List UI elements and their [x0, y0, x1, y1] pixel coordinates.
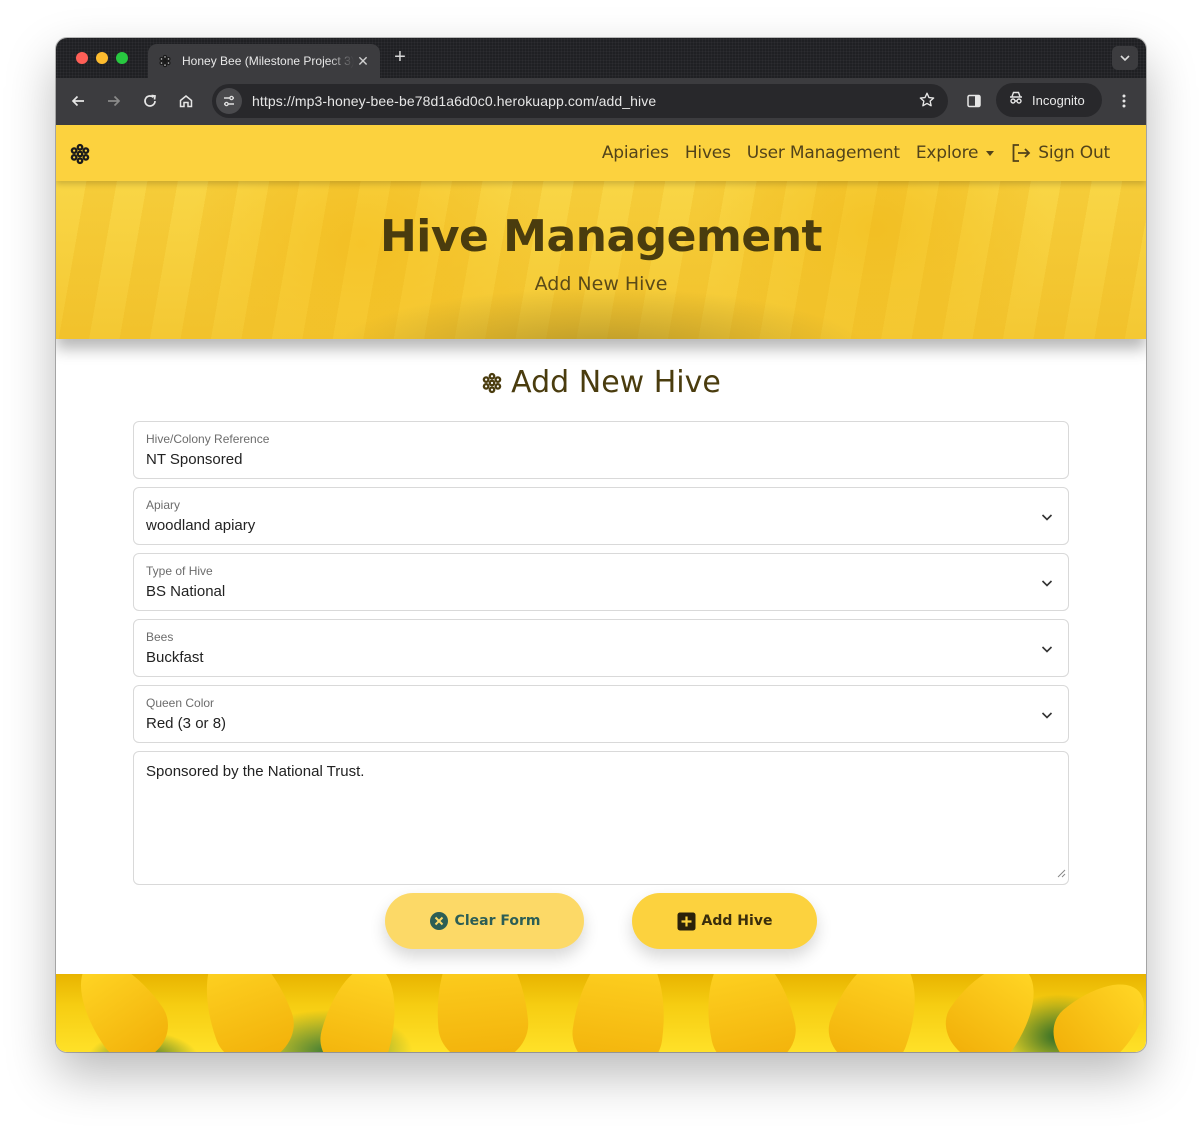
- hero-banner: Hive Management Add New Hive: [56, 181, 1146, 339]
- tab-search-button[interactable]: [1112, 46, 1138, 70]
- incognito-label: Incognito: [1032, 92, 1085, 108]
- nav-user-management[interactable]: User Management: [747, 143, 900, 163]
- web-page: Apiaries Hives User Management Explore S…: [56, 125, 1146, 1052]
- plus-square-icon: [677, 912, 696, 931]
- back-icon[interactable]: [68, 91, 88, 111]
- field-label: Bees: [146, 630, 174, 644]
- chevron-down-icon: [1040, 642, 1054, 661]
- nav-apiaries[interactable]: Apiaries: [602, 143, 669, 163]
- form-heading: Add New Hive: [56, 365, 1146, 400]
- notes-text: Sponsored by the National Trust.: [146, 763, 365, 780]
- clear-form-button[interactable]: Clear Form: [385, 893, 584, 949]
- clear-form-label: Clear Form: [454, 913, 541, 929]
- side-panel-icon[interactable]: [964, 91, 984, 111]
- url-text: https://mp3-honey-bee-be78d1a6d0c0.herok…: [252, 93, 657, 109]
- field-label: Apiary: [146, 498, 181, 512]
- add-hive-label: Add Hive: [701, 913, 773, 929]
- nav-hives[interactable]: Hives: [685, 143, 731, 163]
- field-label: Queen Color: [146, 696, 215, 710]
- add-hive-button[interactable]: Add Hive: [632, 893, 817, 949]
- notes-textarea[interactable]: Sponsored by the National Trust.: [133, 751, 1069, 885]
- chevron-down-icon: [1040, 576, 1054, 595]
- star-icon[interactable]: [918, 91, 936, 114]
- new-tab-button[interactable]: +: [390, 46, 410, 69]
- field-value: BS National: [146, 583, 226, 600]
- hive-type-select[interactable]: Type of Hive BS National: [133, 553, 1069, 611]
- maximize-window-button[interactable]: [116, 52, 128, 64]
- caret-down-icon: [986, 150, 995, 156]
- field-value: woodland apiary: [146, 517, 256, 534]
- close-window-button[interactable]: [76, 52, 88, 64]
- address-bar[interactable]: https://mp3-honey-bee-be78d1a6d0c0.herok…: [212, 84, 948, 118]
- site-navbar: Apiaries Hives User Management Explore S…: [56, 125, 1146, 181]
- queen-color-select[interactable]: Queen Color Red (3 or 8): [133, 685, 1069, 743]
- tab-title: Honey Bee (Milestone Project 3): [182, 54, 354, 68]
- tab-bar: Honey Bee (Milestone Project 3) ✕ +: [56, 38, 1146, 78]
- apiary-select[interactable]: Apiary woodland apiary: [133, 487, 1069, 545]
- field-value: Buckfast: [146, 649, 204, 666]
- page-title: Hive Management: [379, 211, 823, 262]
- chevron-down-icon: [1040, 510, 1054, 529]
- chevron-down-icon: [1040, 708, 1054, 727]
- incognito-icon: [1008, 90, 1024, 111]
- honeycomb-icon: [481, 372, 503, 394]
- browser-window: Honey Bee (Milestone Project 3) ✕ + http…: [56, 38, 1146, 1052]
- honeycomb-icon[interactable]: [69, 143, 91, 165]
- bees-select[interactable]: Bees Buckfast: [133, 619, 1069, 677]
- field-label: Hive/Colony Reference: [146, 432, 270, 446]
- field-value: NT Sponsored: [146, 451, 243, 468]
- clear-circle-icon: [429, 911, 449, 931]
- field-label: Type of Hive: [146, 564, 213, 578]
- tab-close-icon[interactable]: ✕: [356, 53, 370, 70]
- chevron-down-icon: [1120, 55, 1130, 62]
- browser-toolbar: https://mp3-honey-bee-be78d1a6d0c0.herok…: [56, 78, 1146, 125]
- resize-handle-icon[interactable]: [1056, 865, 1066, 882]
- nav-sign-out[interactable]: Sign Out: [1010, 142, 1110, 164]
- nav-explore-label: Explore: [915, 143, 979, 163]
- incognito-badge[interactable]: Incognito: [996, 83, 1102, 117]
- forward-icon[interactable]: [104, 91, 124, 111]
- site-info-icon[interactable]: [216, 88, 242, 114]
- hive-reference-field[interactable]: Hive/Colony Reference NT Sponsored: [133, 421, 1069, 479]
- menu-icon[interactable]: [1114, 91, 1134, 111]
- page-subtitle: Add New Hive: [534, 273, 668, 295]
- reload-icon[interactable]: [140, 91, 160, 111]
- nav-sign-out-label: Sign Out: [1038, 143, 1110, 163]
- field-value: Red (3 or 8): [146, 715, 227, 732]
- honeycomb-icon: [158, 54, 172, 68]
- nav-links: Apiaries Hives User Management Explore S…: [602, 125, 1110, 181]
- home-icon[interactable]: [176, 91, 196, 111]
- footer-sunflower-image: [56, 974, 1146, 1052]
- nav-explore-dropdown[interactable]: Explore: [915, 143, 995, 163]
- sign-out-icon: [1010, 142, 1032, 164]
- browser-tab[interactable]: Honey Bee (Milestone Project 3) ✕: [148, 44, 380, 78]
- minimize-window-button[interactable]: [96, 52, 108, 64]
- form-title: Add New Hive: [511, 365, 721, 400]
